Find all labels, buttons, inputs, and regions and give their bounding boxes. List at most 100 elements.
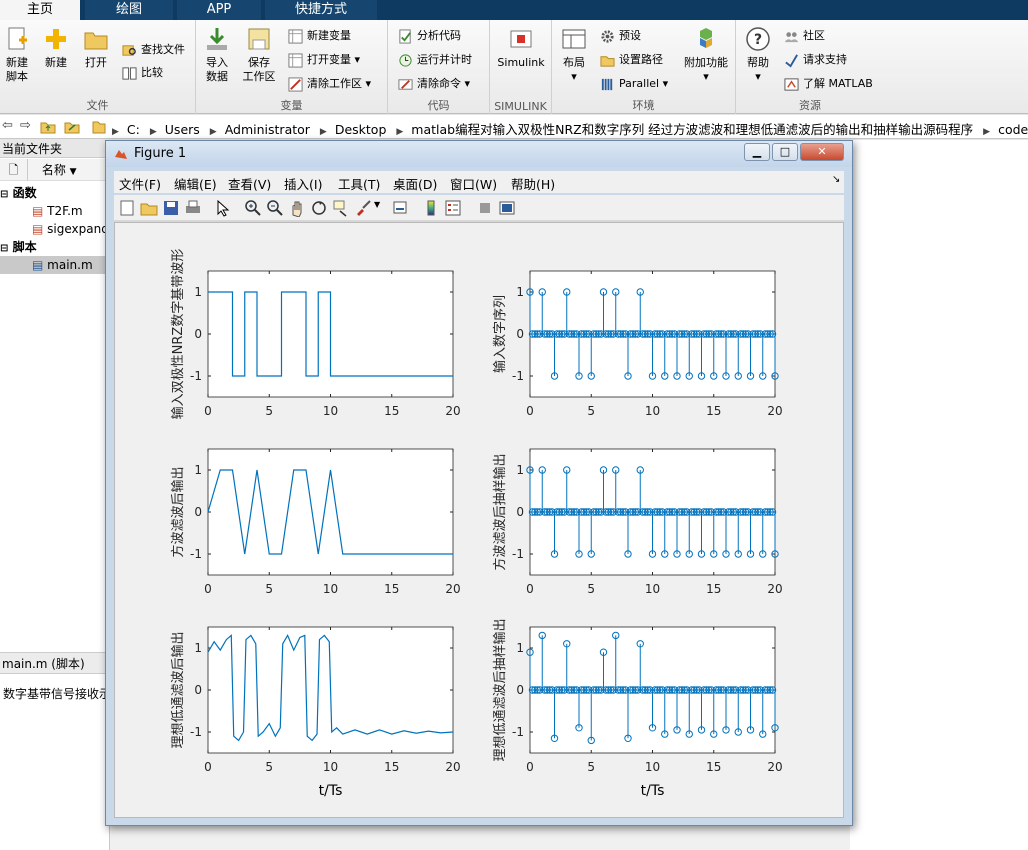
community-button[interactable]: 社区	[784, 26, 825, 46]
y-axis-label: 理想低通滤波后输出	[170, 631, 186, 748]
file-item[interactable]: ▤ sigexpand.m	[0, 220, 110, 238]
y-tick-label: 1	[194, 641, 202, 655]
arrow-select-icon[interactable]	[214, 199, 232, 217]
y-axis-label: 输入双极性NRZ数字基带波形	[170, 249, 186, 420]
clear-workspace-button[interactable]: 清除工作区 ▾	[288, 74, 371, 94]
folder-group-functions[interactable]: ⊟ 函数	[0, 184, 110, 202]
menu-window[interactable]: 窗口(W)	[450, 174, 497, 193]
learn-matlab-button[interactable]: 了解 MATLAB	[784, 74, 873, 94]
axes-input-sequence[interactable]: 0 5 10 15 20 -1 0 1 输入数字序列	[492, 270, 783, 418]
brush-dropdown-icon[interactable]: ▼	[374, 200, 380, 209]
help-button[interactable]: ? 帮助 ▾	[740, 26, 776, 84]
simulink-button[interactable]: Simulink	[496, 26, 546, 70]
link-plot-icon[interactable]	[392, 199, 410, 217]
y-tick-label: -1	[190, 547, 202, 561]
axes-nrz-waveform[interactable]: 0 5 10 15 20 -1 0 1 输入双极性NRZ数字基带波形	[170, 249, 461, 420]
breadcrumb-item[interactable]: matlab编程对输入双极性NRZ和数字序列 经过方波滤波和理想低通滤波后的输出…	[411, 122, 973, 137]
menu-desktop[interactable]: 桌面(D)	[393, 174, 437, 193]
collapse-icon: ⊟	[0, 189, 9, 200]
parallel-icon	[601, 78, 613, 90]
x-tick-label: 10	[645, 582, 660, 596]
file-item[interactable]: ▤ T2F.m	[0, 202, 110, 220]
layout-button[interactable]: 布局 ▾	[558, 26, 590, 84]
new-script-button[interactable]: 新建 脚本	[2, 26, 32, 84]
set-path-button[interactable]: 设置路径	[600, 50, 663, 70]
open-button[interactable]: 打开	[80, 26, 112, 70]
legend-icon[interactable]	[444, 199, 462, 217]
menu-edit[interactable]: 编辑(E)	[174, 174, 217, 193]
breadcrumb-item[interactable]: Users	[165, 122, 200, 137]
figure-menubar: 文件(F) 编辑(E) 查看(V) 插入(I) 工具(T) 桌面(D) 窗口(W…	[114, 171, 844, 193]
axes-lowpass-samples[interactable]: 0 5 10 15 20 -1 0 1 理想低通滤波后抽样输出	[492, 618, 783, 774]
compare-button[interactable]: 比较	[122, 63, 163, 83]
save-workspace-button[interactable]: 保存 工作区	[240, 26, 278, 84]
file-details-header[interactable]: main.m (脚本)	[0, 652, 110, 674]
analyze-code-button[interactable]: 分析代码	[398, 26, 461, 46]
maximize-button[interactable]: □	[772, 143, 798, 161]
hide-plot-tools-icon[interactable]	[476, 199, 494, 217]
menu-help[interactable]: 帮助(H)	[511, 174, 555, 193]
breadcrumb-item[interactable]: code	[998, 122, 1028, 137]
data-cursor-icon[interactable]	[332, 199, 350, 217]
run-and-time-icon	[399, 53, 412, 67]
import-data-button[interactable]: 导入 数据	[202, 26, 232, 84]
back-arrow-icon[interactable]: ⇦	[2, 118, 13, 133]
forward-arrow-icon[interactable]: ⇨	[20, 118, 31, 133]
x-tick-label: 20	[445, 404, 460, 418]
axes-rect-filter-output[interactable]: 0 5 10 15 20 -1 0 1 方波滤波后输出	[170, 448, 461, 596]
group-label: 脚本	[12, 240, 37, 254]
find-files-button[interactable]: 查找文件	[122, 40, 185, 60]
axes-rect-filter-samples[interactable]: 0 5 10 15 20 -1 0 1 方波滤波后抽样输出	[492, 448, 783, 596]
y-tick-label: 0	[194, 683, 202, 697]
breadcrumb-item[interactable]: Administrator	[225, 122, 310, 137]
tab-shortcuts[interactable]: 快捷方式	[265, 0, 377, 20]
axes-lowpass-output[interactable]: 0 5 10 15 20 -1 0 1 理想低通滤波后输出	[170, 626, 461, 774]
menu-file[interactable]: 文件(F)	[119, 174, 161, 193]
menu-tools[interactable]: 工具(T)	[338, 174, 380, 193]
zoom-in-icon[interactable]	[244, 199, 262, 217]
run-and-time-button[interactable]: 运行并计时	[398, 50, 472, 70]
dock-arrow-icon[interactable]: ↘	[832, 174, 840, 185]
colorbar-icon[interactable]	[422, 199, 440, 217]
y-tick-label: 0	[194, 505, 202, 519]
request-support-button[interactable]: 请求支持	[784, 50, 847, 70]
figure-canvas: 0 5 10 15 20 -1 0 1 输入双极性NRZ数字基带波形 0 5 10 15 20 -1 0 1 输…	[114, 222, 844, 818]
close-button[interactable]: ✕	[800, 143, 844, 161]
figure-toolbar: ▼	[114, 195, 844, 221]
menu-view[interactable]: 查看(V)	[228, 174, 271, 193]
new-variable-button[interactable]: 新建变量	[288, 26, 351, 46]
rotate-3d-icon[interactable]	[310, 199, 328, 217]
parallel-button[interactable]: Parallel ▾	[600, 74, 668, 94]
zoom-out-icon[interactable]	[266, 199, 284, 217]
file-item[interactable]: ▤ main.m	[0, 256, 110, 274]
minimize-button[interactable]: ▁	[744, 143, 770, 161]
folder-group-scripts[interactable]: ⊟ 脚本	[0, 238, 110, 256]
x-tick-label: 0	[204, 582, 212, 596]
community-label: 社区	[803, 29, 825, 42]
file-type-icon: 🗋	[0, 159, 28, 181]
figure-title-bar[interactable]: Figure 1 ▁ □ ✕	[106, 141, 852, 167]
tab-plots[interactable]: 绘图	[85, 0, 173, 20]
tab-home[interactable]: 主页	[0, 0, 80, 20]
new-figure-icon[interactable]	[118, 199, 136, 217]
add-ons-button[interactable]: 附加功能 ▾	[680, 26, 732, 84]
preferences-button[interactable]: 预设	[600, 26, 641, 46]
tab-apps[interactable]: APP	[177, 0, 261, 20]
figure-title: Figure 1	[134, 146, 187, 161]
show-plot-tools-icon[interactable]	[498, 199, 516, 217]
up-folder-icon[interactable]	[40, 119, 56, 135]
open-file-icon[interactable]	[140, 199, 158, 217]
breadcrumb-item[interactable]: Desktop	[335, 122, 387, 137]
pan-hand-icon[interactable]	[288, 199, 306, 217]
clear-commands-button[interactable]: 清除命令 ▾	[398, 74, 470, 94]
save-icon[interactable]	[162, 199, 180, 217]
menu-insert[interactable]: 插入(I)	[284, 174, 322, 193]
folder-column-header[interactable]: 🗋 名称 ▼	[0, 159, 110, 181]
new-button[interactable]: 新建	[40, 26, 72, 70]
open-variable-button[interactable]: 打开变量 ▾	[288, 50, 360, 70]
breadcrumb-item[interactable]: C:	[127, 122, 140, 137]
x-tick-label: 5	[587, 404, 595, 418]
print-icon[interactable]	[184, 199, 202, 217]
browse-folder-icon[interactable]	[64, 119, 80, 135]
brush-icon[interactable]	[354, 199, 372, 217]
